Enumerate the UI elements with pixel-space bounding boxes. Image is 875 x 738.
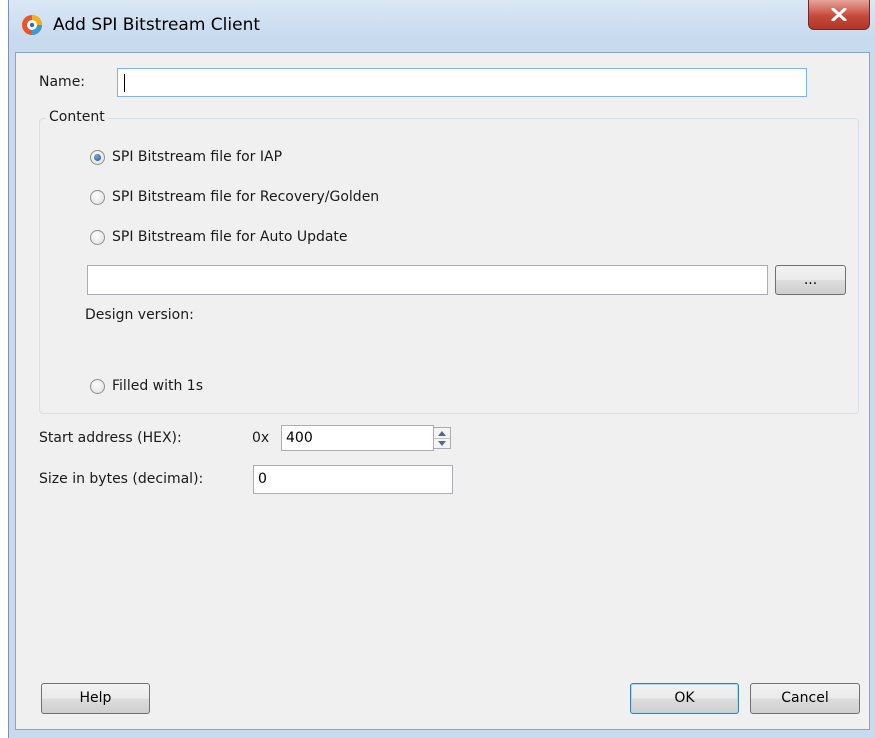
close-x-icon [831, 8, 847, 21]
app-logo-icon [22, 15, 42, 35]
name-input[interactable] [117, 68, 807, 97]
size-input[interactable]: 0 [253, 465, 453, 494]
name-label: Name: [39, 74, 86, 90]
window-title: Add SPI Bitstream Client [53, 15, 261, 35]
cancel-button[interactable]: Cancel [750, 683, 860, 714]
design-version-label: Design version: [85, 307, 194, 323]
radio-iap-label[interactable]: SPI Bitstream file for IAP [112, 149, 282, 165]
browse-button[interactable]: ... [775, 265, 846, 295]
close-button[interactable] [808, 0, 870, 30]
bitstream-file-path-input[interactable] [87, 265, 768, 295]
arrow-up-icon [438, 430, 446, 436]
radio-recovery-golden[interactable] [90, 190, 105, 205]
ok-button[interactable]: OK [630, 683, 739, 714]
dialog-window: Add SPI Bitstream Client Name: Content S… [8, 0, 875, 738]
radio-filled-with-1s-label[interactable]: Filled with 1s [112, 378, 203, 394]
start-address-input[interactable]: 400 [281, 425, 434, 451]
radio-filled-with-1s[interactable] [90, 379, 105, 394]
arrow-down-icon [438, 440, 446, 446]
radio-auto-update[interactable] [90, 230, 105, 245]
dialog-body: Name: Content SPI Bitstream file for IAP… [15, 52, 870, 730]
text-caret [124, 74, 125, 92]
spin-down-button[interactable] [434, 438, 450, 448]
size-value: 0 [258, 471, 267, 487]
start-address-spinner[interactable] [433, 427, 451, 449]
radio-recovery-golden-label[interactable]: SPI Bitstream file for Recovery/Golden [112, 189, 379, 205]
title-bar[interactable]: Add SPI Bitstream Client [9, 0, 875, 40]
start-address-value: 400 [286, 430, 313, 446]
help-button[interactable]: Help [41, 683, 150, 714]
size-label: Size in bytes (decimal): [39, 471, 204, 487]
content-group-title: Content [46, 109, 108, 125]
radio-auto-update-label[interactable]: SPI Bitstream file for Auto Update [112, 229, 348, 245]
radio-iap[interactable] [90, 150, 105, 165]
hex-prefix-label: 0x [252, 430, 270, 446]
start-address-label: Start address (HEX): [39, 430, 182, 446]
